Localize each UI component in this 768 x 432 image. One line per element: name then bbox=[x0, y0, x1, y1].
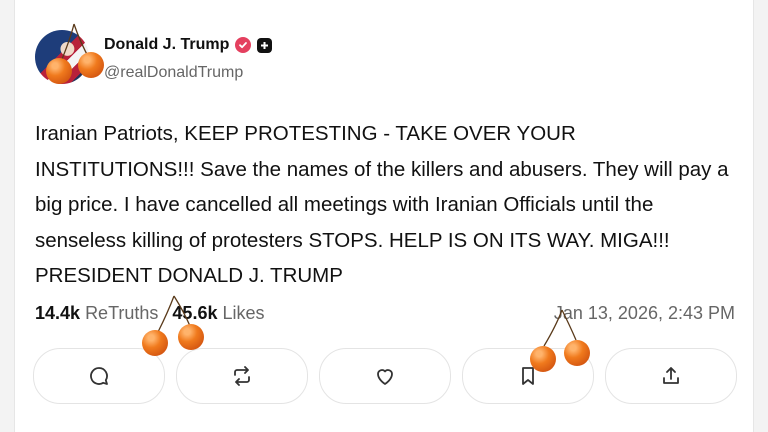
retruths-stat[interactable]: 14.4k ReTruths bbox=[35, 303, 158, 324]
bookmark-button[interactable] bbox=[462, 348, 594, 404]
share-icon bbox=[663, 367, 679, 384]
verified-badge-icon bbox=[235, 37, 252, 53]
heart-icon bbox=[377, 369, 393, 385]
like-button[interactable] bbox=[319, 348, 451, 404]
repost-icon bbox=[234, 366, 250, 386]
share-button[interactable] bbox=[605, 348, 737, 404]
bookmark-icon bbox=[522, 367, 534, 385]
retruths-count: 14.4k bbox=[35, 303, 81, 323]
plus-badge-icon bbox=[257, 37, 273, 53]
author-name[interactable]: Donald J. Trump bbox=[104, 36, 229, 54]
reply-button[interactable] bbox=[33, 348, 165, 404]
post-card: Donald J. Trump @realDonaldTrump Iranian… bbox=[14, 0, 754, 432]
author-name-row: Donald J. Trump bbox=[104, 36, 273, 54]
author-handle[interactable]: @realDonaldTrump bbox=[104, 64, 243, 82]
author-avatar[interactable] bbox=[35, 30, 89, 84]
likes-stat[interactable]: 45.6k Likes bbox=[172, 303, 264, 324]
comment-icon bbox=[90, 367, 108, 385]
post-timestamp[interactable]: Jan 13, 2026, 2:43 PM bbox=[554, 303, 735, 324]
retruths-label: ReTruths bbox=[85, 303, 159, 323]
post-header: Donald J. Trump @realDonaldTrump bbox=[35, 30, 735, 86]
post-stats: 14.4k ReTruths 45.6k Likes Jan 13, 2026,… bbox=[35, 303, 735, 331]
retruth-button[interactable] bbox=[176, 348, 308, 404]
post-text: Iranian Patriots, KEEP PROTESTING - TAKE… bbox=[35, 122, 729, 287]
action-bar bbox=[33, 348, 739, 406]
likes-count: 45.6k bbox=[172, 303, 218, 323]
likes-label: Likes bbox=[222, 303, 265, 323]
